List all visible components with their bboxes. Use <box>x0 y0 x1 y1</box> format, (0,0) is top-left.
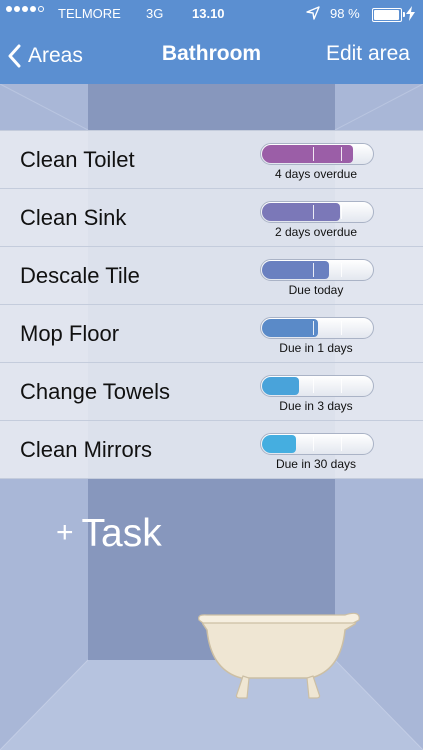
battery-level <box>374 10 400 20</box>
task-progress-bar <box>260 433 374 455</box>
charging-bolt-icon <box>406 6 415 24</box>
progress-tick <box>341 147 342 161</box>
app-screen: TELMORE 3G 13.10 98 % Areas Bathroom Edi… <box>0 0 423 750</box>
back-button-label: Areas <box>28 44 83 67</box>
progress-tick <box>341 437 342 451</box>
signal-dot <box>14 6 20 12</box>
status-time: 13.10 <box>192 6 225 21</box>
progress-tick <box>341 263 342 277</box>
battery-percentage: 98 % <box>330 6 360 21</box>
progress-tick <box>341 205 342 219</box>
bathtub-icon <box>198 612 360 699</box>
location-arrow-icon <box>306 6 320 23</box>
task-progress-bar <box>260 375 374 397</box>
signal-dot <box>6 6 12 12</box>
progress-tick <box>313 437 314 451</box>
task-row[interactable]: Descale Tile Due today <box>0 246 423 304</box>
signal-strength-icon <box>6 6 46 21</box>
battery-icon <box>372 8 405 22</box>
task-progress-fill <box>262 145 353 163</box>
task-name: Change Towels <box>20 379 171 404</box>
task-name: Clean Mirrors <box>20 437 153 462</box>
task-list: Clean Toilet 4 days overdue Clean Sink 2 da… <box>0 130 423 479</box>
navigation-bar: Areas Bathroom Edit area <box>0 28 423 84</box>
task-progress-bar <box>260 143 374 165</box>
signal-dot <box>30 6 36 12</box>
task-due-label: Due in 30 days <box>275 457 357 471</box>
task-progress-fill <box>262 203 341 221</box>
task-progress-fill <box>262 261 330 279</box>
progress-tick <box>341 379 342 393</box>
signal-dot <box>22 6 28 12</box>
progress-tick <box>313 147 314 161</box>
task-row[interactable]: Clean Sink 2 days overdue <box>0 188 423 246</box>
task-name: Descale Tile <box>20 263 140 288</box>
plus-icon: + <box>56 516 74 549</box>
task-name: Mop Floor <box>20 321 120 346</box>
task-name: Clean Sink <box>20 205 127 230</box>
progress-tick <box>341 321 342 335</box>
task-due-label: Due in 3 days <box>279 399 353 413</box>
task-due-label: 2 days overdue <box>274 225 358 239</box>
task-row[interactable]: Clean Toilet 4 days overdue <box>0 130 423 188</box>
edit-area-button[interactable]: Edit area <box>326 42 410 66</box>
carrier-name: TELMORE <box>58 6 121 21</box>
task-name: Clean Toilet <box>20 147 135 172</box>
add-task-button[interactable]: + Task <box>56 512 162 556</box>
task-progress-fill <box>262 435 296 453</box>
task-row[interactable]: Mop Floor Due in 1 days <box>0 304 423 362</box>
status-bar: TELMORE 3G 13.10 98 % <box>0 0 423 28</box>
network-type: 3G <box>146 6 164 21</box>
task-due-label: Due in 1 days <box>279 341 353 355</box>
task-due-label: 4 days overdue <box>274 167 358 181</box>
progress-tick <box>313 205 314 219</box>
progress-tick <box>313 263 314 277</box>
progress-tick <box>313 321 314 335</box>
task-row[interactable]: Change Towels Due in 3 days <box>0 362 423 420</box>
signal-dot <box>38 6 44 12</box>
add-task-label: Task <box>81 512 162 555</box>
back-button[interactable]: Areas <box>8 40 83 72</box>
task-due-label: Due today <box>288 283 344 297</box>
task-progress-bar <box>260 259 374 281</box>
task-progress-fill <box>262 377 299 395</box>
task-row[interactable]: Clean Mirrors Due in 30 days <box>0 420 423 479</box>
chevron-left-icon <box>8 44 21 68</box>
task-progress-bar <box>260 201 374 223</box>
progress-tick <box>313 379 314 393</box>
task-progress-bar <box>260 317 374 339</box>
task-progress-fill <box>262 319 318 337</box>
